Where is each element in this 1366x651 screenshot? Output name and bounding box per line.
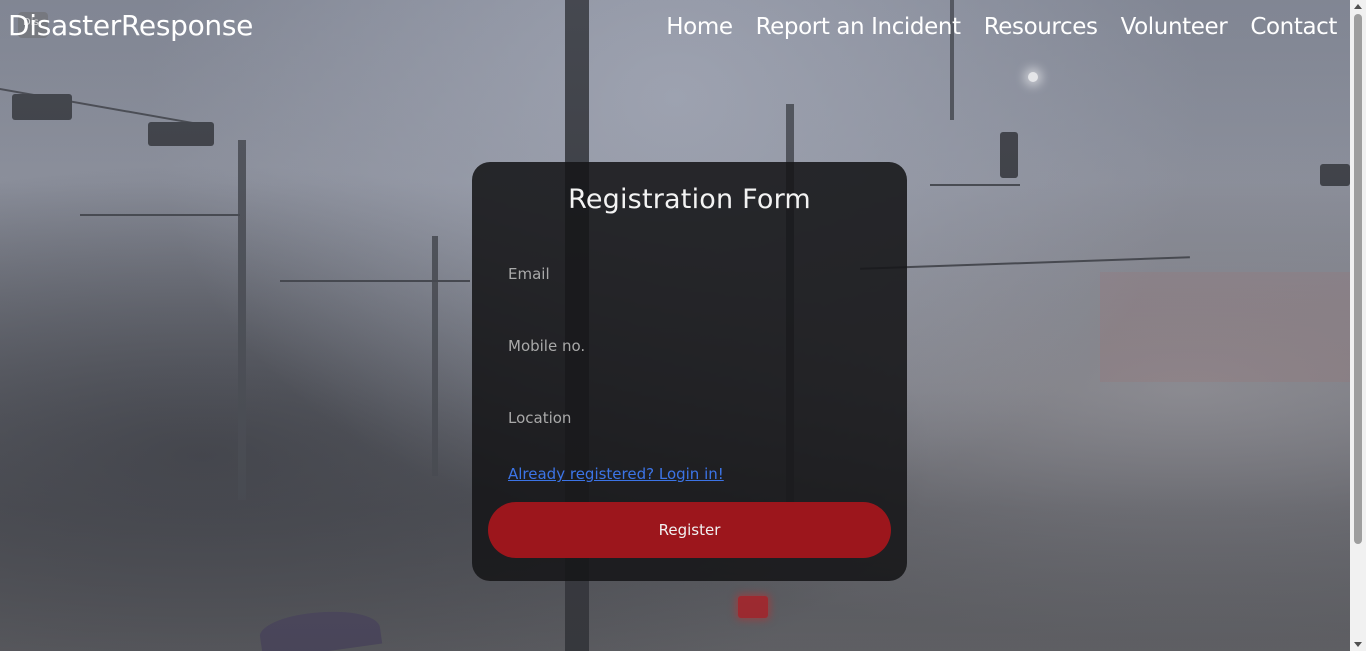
brand-name[interactable]: DisasterResponse xyxy=(8,9,253,42)
mobile-field-wrapper xyxy=(508,324,870,368)
login-link[interactable]: Already registered? Login in! xyxy=(508,465,724,483)
email-field[interactable] xyxy=(508,252,870,296)
location-field-wrapper xyxy=(508,396,870,440)
nav-report-incident[interactable]: Report an Incident xyxy=(756,14,961,40)
registration-form: Registration Form Already registered? Lo… xyxy=(472,162,907,581)
nav-home[interactable]: Home xyxy=(666,14,733,40)
nav-contact[interactable]: Contact xyxy=(1250,14,1337,40)
location-field[interactable] xyxy=(508,396,870,440)
register-button[interactable]: Register xyxy=(488,502,891,558)
scroll-down-arrow-icon[interactable] xyxy=(1354,642,1362,647)
scroll-up-arrow-icon[interactable] xyxy=(1354,4,1362,9)
scrollbar[interactable] xyxy=(1350,0,1366,651)
email-field-wrapper xyxy=(508,252,870,296)
nav-resources[interactable]: Resources xyxy=(984,14,1098,40)
main-nav: Home Report an Incident Resources Volunt… xyxy=(666,14,1337,40)
nav-volunteer[interactable]: Volunteer xyxy=(1121,14,1228,40)
mobile-field[interactable] xyxy=(508,324,870,368)
scrollbar-thumb[interactable] xyxy=(1354,14,1362,544)
form-title: Registration Form xyxy=(568,184,811,215)
